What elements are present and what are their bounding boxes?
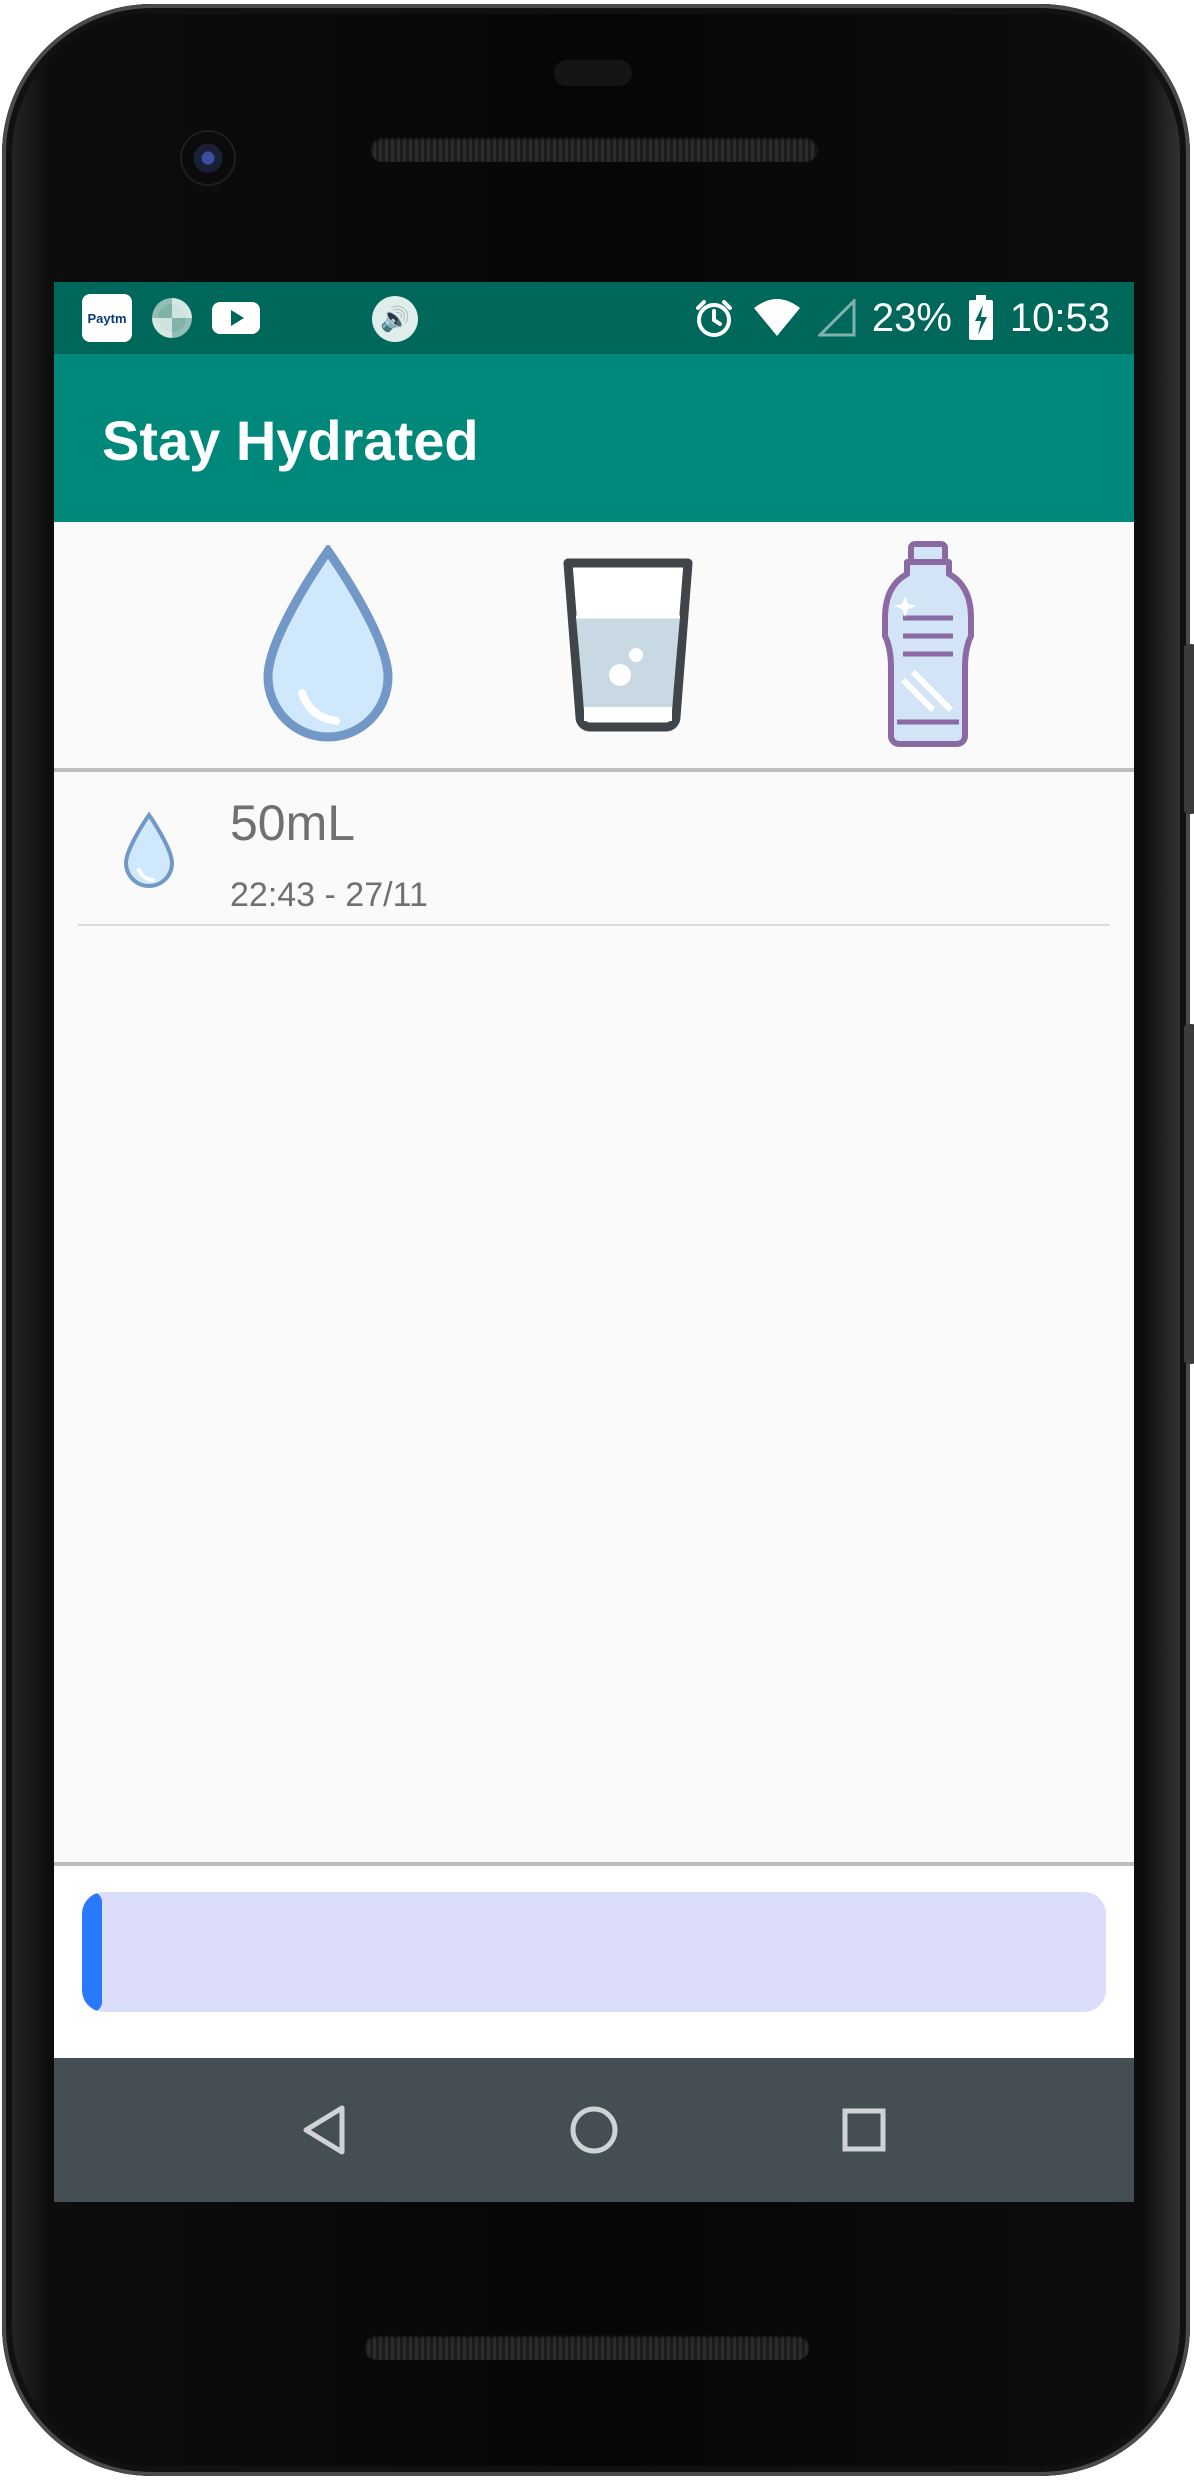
volume-icon: 🔊 (372, 296, 418, 342)
item-time: 22:43 - 27/11 (230, 876, 428, 914)
history-list: 50mL 22:43 - 27/11 (54, 772, 1134, 926)
item-divider (78, 924, 1110, 926)
add-glass-button[interactable] (478, 522, 778, 768)
bottom-speaker (364, 2334, 810, 2360)
page-title: Stay Hydrated (102, 409, 479, 472)
battery-charging-icon (968, 295, 993, 340)
progress-area (54, 1866, 1134, 2058)
loader-icon (152, 298, 192, 338)
alarm-icon (695, 300, 732, 337)
add-bottle-button[interactable] (778, 522, 1078, 768)
app-bar: Stay Hydrated (54, 354, 1134, 522)
clock: 10:53 (1009, 295, 1110, 340)
progress-fill (82, 1892, 102, 2012)
back-button[interactable] (274, 2080, 374, 2180)
front-camera (182, 132, 234, 184)
volume-rocker (1184, 1024, 1194, 1364)
cell-signal-icon (817, 299, 856, 337)
recents-icon (842, 2108, 886, 2152)
phone-frame: Paytm 🔊 23% 10:53 Stay Hydrated 50mL 22:… (2, 4, 1194, 2476)
home-button[interactable] (544, 2080, 644, 2180)
paytm-label: Paytm (87, 310, 127, 326)
power-button (1184, 644, 1194, 814)
daily-progress-bar (82, 1892, 1106, 2012)
wifi-icon (753, 299, 800, 336)
back-icon (303, 2105, 345, 2155)
water-drop-icon (263, 545, 393, 742)
list-item[interactable]: 50mL 22:43 - 27/11 (54, 772, 1134, 926)
drink-options (54, 522, 1134, 768)
recents-button[interactable] (814, 2080, 914, 2180)
glass-icon (563, 558, 693, 732)
earpiece-speaker (370, 136, 818, 162)
bottle-icon (882, 541, 974, 747)
screen: Paytm 🔊 23% 10:53 Stay Hydrated 50mL 22:… (54, 282, 1134, 2202)
item-amount: 50mL (230, 795, 356, 851)
paytm-icon: Paytm (82, 294, 132, 342)
youtube-icon (212, 302, 260, 334)
navigation-bar (54, 2058, 1134, 2202)
add-drop-button[interactable] (178, 522, 478, 768)
proximity-sensor (554, 60, 632, 86)
battery-percent: 23% (871, 295, 952, 340)
status-bar: Paytm 🔊 23% 10:53 (54, 282, 1134, 354)
water-drop-icon (123, 812, 175, 888)
home-icon (570, 2106, 618, 2154)
